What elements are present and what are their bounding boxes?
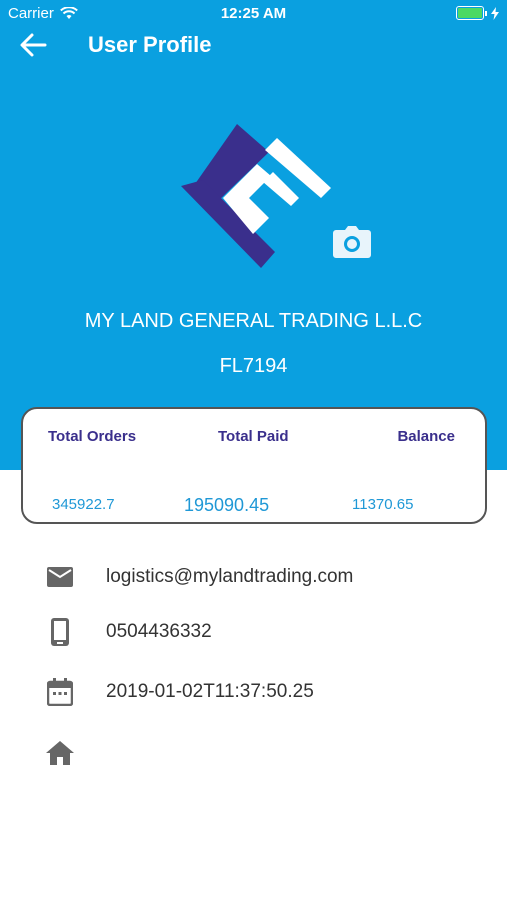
balance-label: Balance: [397, 428, 455, 445]
change-photo-button[interactable]: [333, 226, 371, 258]
email-icon: [46, 563, 74, 591]
address-row: [46, 739, 74, 767]
date-row: 2019-01-02T11:37:50.25: [46, 678, 314, 706]
status-bar: Carrier 12:25 AM: [0, 0, 507, 28]
balance-value: 11370.65: [352, 496, 414, 513]
battery-icon: [456, 6, 499, 20]
total-paid-value: 195090.45: [184, 495, 270, 515]
clock: 12:25 AM: [220, 5, 287, 22]
back-arrow-icon: [20, 33, 47, 57]
page-title: User Profile: [88, 32, 212, 57]
email-row: logistics@mylandtrading.com: [46, 563, 353, 591]
date-text: 2019-01-02T11:37:50.25: [106, 681, 314, 702]
email-text: logistics@mylandtrading.com: [106, 566, 354, 587]
phone-row: 0504436332: [46, 618, 212, 646]
total-orders-label: Total Orders: [48, 428, 137, 445]
phone-icon: [46, 618, 74, 646]
phone-text: 0504436332: [106, 621, 212, 642]
calendar-icon: [46, 678, 74, 706]
back-button[interactable]: [18, 32, 48, 58]
home-icon: [46, 739, 74, 767]
nav-bar: User Profile: [0, 28, 507, 62]
total-paid-label: Total Paid: [218, 428, 289, 445]
customer-code: FL7194: [219, 355, 288, 377]
company-logo: [181, 124, 331, 268]
total-orders-value: 345922.7: [52, 496, 115, 513]
camera-icon: [333, 226, 371, 258]
charging-icon: [491, 6, 499, 20]
stats-card: Total Orders Total Paid Balance 345922.7…: [21, 407, 487, 524]
company-name: MY LAND GENERAL TRADING L.L.C: [84, 310, 423, 332]
